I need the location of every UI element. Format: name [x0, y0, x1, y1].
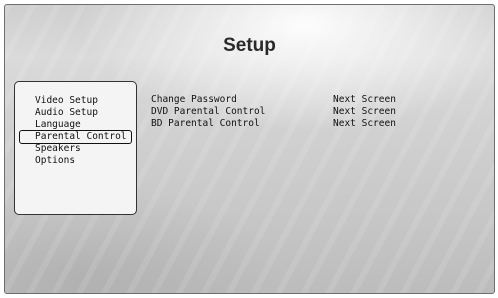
option-name: BD Parental Control	[151, 118, 260, 129]
option-name: DVD Parental Control	[151, 106, 266, 117]
option-value: Next Screen	[333, 118, 396, 129]
menu-item-label: Speakers	[35, 143, 81, 154]
menu-item-label: Video Setup	[35, 95, 98, 106]
page-title: Setup	[223, 35, 276, 56]
menu-item-audio-setup[interactable]: Audio Setup	[15, 107, 136, 119]
setup-menu-list: Video Setup Audio Setup Language Parenta…	[15, 95, 136, 167]
option-value: Next Screen	[333, 106, 396, 117]
setup-menu-panel: Video Setup Audio Setup Language Parenta…	[14, 81, 137, 215]
setup-screen: Setup Video Setup Audio Setup Language P…	[4, 4, 495, 294]
menu-item-video-setup[interactable]: Video Setup	[15, 95, 136, 107]
menu-item-label: Language	[35, 119, 81, 130]
option-dvd-parental-control[interactable]: DVD Parental Control Next Screen	[151, 106, 451, 118]
menu-item-parental-control[interactable]: Parental Control	[15, 130, 136, 144]
option-change-password[interactable]: Change Password Next Screen	[151, 94, 451, 106]
option-bd-parental-control[interactable]: BD Parental Control Next Screen	[151, 118, 451, 130]
menu-item-label: Audio Setup	[35, 107, 98, 118]
menu-item-speakers[interactable]: Speakers	[15, 143, 136, 155]
menu-item-options[interactable]: Options	[15, 155, 136, 167]
parental-control-options: Change Password Next Screen DVD Parental…	[151, 94, 451, 130]
option-name: Change Password	[151, 94, 237, 105]
menu-item-label: Options	[35, 155, 76, 166]
menu-item-label: Parental Control	[35, 131, 127, 142]
option-value: Next Screen	[333, 94, 396, 105]
